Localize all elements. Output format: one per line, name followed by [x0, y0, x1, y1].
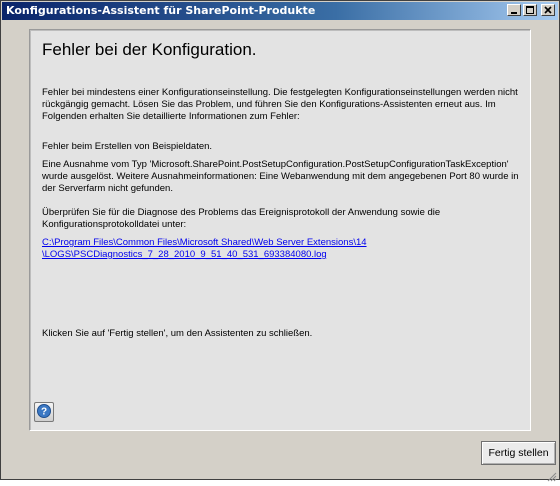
close-icon: [544, 6, 552, 14]
maximize-button[interactable]: [523, 4, 537, 16]
minimize-icon: [510, 6, 518, 14]
window-title: Konfigurations-Assistent für SharePoint-…: [6, 4, 316, 17]
maximize-icon: [526, 6, 534, 14]
finish-button[interactable]: Fertig stellen: [481, 441, 556, 465]
resize-grip-icon[interactable]: [547, 467, 557, 482]
wizard-window: Konfigurations-Assistent für SharePoint-…: [0, 0, 560, 482]
question-icon: ?: [37, 403, 51, 422]
help-button[interactable]: ?: [34, 402, 54, 422]
svg-text:?: ?: [41, 406, 47, 417]
intro-text: Fehler bei mindestens einer Konfiguratio…: [42, 87, 518, 122]
log-link-line-2[interactable]: \LOGS\PSCDiagnostics_7_28_2010_9_51_40_5…: [42, 249, 522, 261]
page-title: Fehler bei der Konfiguration.: [42, 40, 257, 59]
window-controls: [507, 4, 555, 16]
exception-details: Eine Ausnahme vom Typ 'Microsoft.SharePo…: [42, 159, 519, 194]
title-bar[interactable]: Konfigurations-Assistent für SharePoint-…: [2, 2, 558, 20]
error-summary: Fehler beim Erstellen von Beispieldaten.: [42, 141, 213, 152]
minimize-button[interactable]: [507, 4, 521, 16]
diagnosis-text: Überprüfen Sie für die Diagnose des Prob…: [42, 207, 441, 230]
log-link-line-1[interactable]: C:\Program Files\Common Files\Microsoft …: [42, 237, 522, 249]
close-button[interactable]: [541, 4, 555, 16]
log-file-link[interactable]: C:\Program Files\Common Files\Microsoft …: [42, 237, 522, 261]
content-panel: Fehler bei der Konfiguration. Fehler bei…: [29, 29, 531, 431]
closing-text: Klicken Sie auf 'Fertig stellen', um den…: [42, 328, 313, 339]
